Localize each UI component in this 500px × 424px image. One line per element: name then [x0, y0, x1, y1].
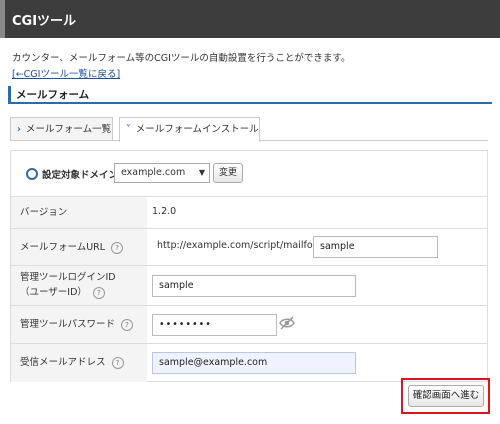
version-value: 1.2.0: [152, 206, 177, 217]
domain-select[interactable]: example.com ▼: [114, 163, 210, 183]
login-id-label-line2-wrap: （ユーザーID）?: [20, 285, 116, 300]
help-icon[interactable]: ?: [121, 318, 134, 331]
tab-mailform-install[interactable]: ˅ メールフォームインストール: [119, 117, 260, 142]
mailform-url-row: メールフォームURL? http://example.com/script/ma…: [11, 228, 487, 266]
section-heading: メールフォーム: [8, 86, 492, 104]
page-header: CGIツール: [0, 0, 500, 38]
tab-mailform-list[interactable]: › メールフォーム一覧: [10, 117, 113, 141]
change-domain-button[interactable]: 変更: [213, 163, 243, 183]
login-id-input[interactable]: sample: [152, 275, 356, 297]
help-icon[interactable]: ?: [92, 286, 105, 299]
password-row: 管理ツールパスワード? ••••••••: [11, 305, 487, 344]
proceed-to-confirm-button[interactable]: 確認画面へ進む: [408, 385, 484, 407]
email-label: 受信メールアドレス?: [20, 355, 124, 370]
install-form-panel: 設定対象ドメイン example.com ▼ 変更 バージョン 1.2.0 メー…: [10, 150, 488, 382]
version-row: バージョン 1.2.0: [11, 196, 487, 229]
password-input[interactable]: ••••••••: [152, 314, 277, 336]
chevron-down-icon: ˅: [126, 124, 131, 135]
mailform-url-input[interactable]: sample: [313, 236, 438, 258]
mailform-url-label: メールフォームURL?: [20, 240, 124, 255]
help-icon[interactable]: ?: [111, 356, 124, 369]
email-label-text: 受信メールアドレス: [20, 357, 106, 368]
eye-slash-icon[interactable]: [279, 316, 295, 330]
mailform-url-prefix: http://example.com/script/mailform/: [157, 240, 329, 251]
section-title: メールフォーム: [16, 89, 90, 101]
domain-label: 設定対象ドメイン: [42, 170, 119, 181]
email-row: 受信メールアドレス? sample@example.com: [11, 343, 487, 382]
login-id-label-line1: 管理ツールログインID: [20, 272, 116, 283]
password-label: 管理ツールパスワード?: [20, 317, 134, 332]
page-title: CGIツール: [12, 14, 77, 29]
tab-label: メールフォーム一覧: [25, 124, 112, 135]
header-accent-bar: [0, 0, 5, 38]
back-to-cgi-list-link[interactable]: [←CGIツール一覧に戻る]: [12, 66, 120, 80]
chevron-right-icon: ›: [17, 124, 21, 135]
tab-label: メールフォームインストール: [135, 124, 259, 135]
mailform-url-label-text: メールフォームURL: [20, 242, 106, 253]
version-label: バージョン: [20, 207, 68, 218]
section-accent: [8, 86, 11, 102]
password-label-text: 管理ツールパスワード: [20, 319, 116, 330]
page-description: カウンター、メールフォーム等のCGIツールの自動設置を行うことができます。: [12, 53, 351, 64]
domain-selector-row: 設定対象ドメイン example.com ▼ 変更: [11, 151, 487, 196]
email-input[interactable]: sample@example.com: [152, 352, 356, 374]
login-id-label-line2: （ユーザーID）: [20, 287, 87, 298]
login-id-label: 管理ツールログインID （ユーザーID）?: [20, 270, 116, 300]
help-icon[interactable]: ?: [111, 241, 124, 254]
domain-radio-icon: [26, 168, 38, 180]
domain-select-value: example.com: [121, 167, 186, 178]
login-id-row: 管理ツールログインID （ユーザーID）? sample: [11, 265, 487, 306]
chevron-down-icon: ▼: [198, 168, 205, 177]
